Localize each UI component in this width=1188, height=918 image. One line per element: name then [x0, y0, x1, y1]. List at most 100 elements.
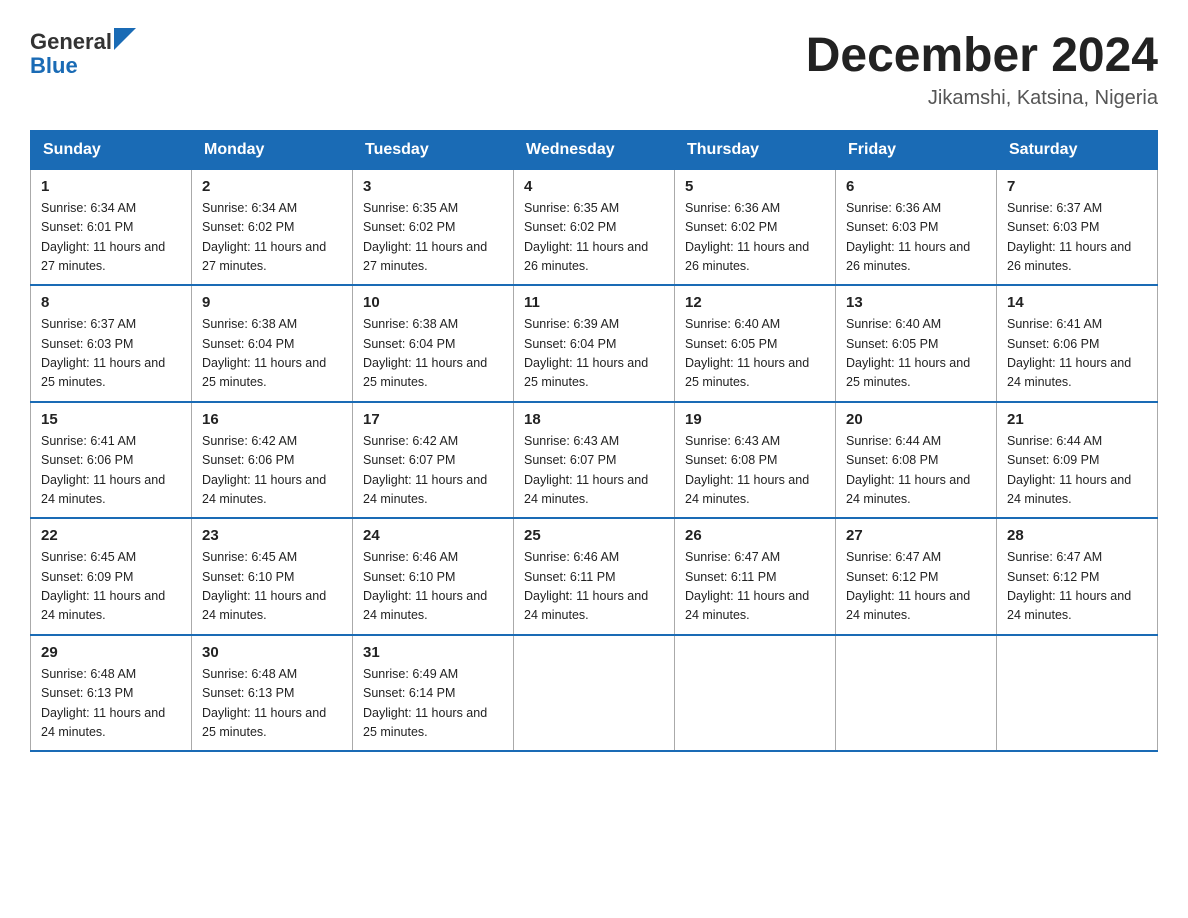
calendar-week-row: 1 Sunrise: 6:34 AM Sunset: 6:01 PM Dayli…	[31, 169, 1158, 285]
col-saturday: Saturday	[997, 130, 1158, 169]
day-number: 2	[202, 178, 342, 195]
calendar-cell: 23 Sunrise: 6:45 AM Sunset: 6:10 PM Dayl…	[192, 518, 353, 635]
calendar-header-row: Sunday Monday Tuesday Wednesday Thursday…	[31, 130, 1158, 169]
page-header: General Blue December 2024 Jikamshi, Kat…	[30, 30, 1158, 110]
calendar-cell: 31 Sunrise: 6:49 AM Sunset: 6:14 PM Dayl…	[353, 635, 514, 752]
day-number: 13	[846, 294, 986, 311]
calendar-cell: 9 Sunrise: 6:38 AM Sunset: 6:04 PM Dayli…	[192, 285, 353, 402]
calendar-week-row: 8 Sunrise: 6:37 AM Sunset: 6:03 PM Dayli…	[31, 285, 1158, 402]
calendar-cell: 2 Sunrise: 6:34 AM Sunset: 6:02 PM Dayli…	[192, 169, 353, 285]
day-info: Sunrise: 6:48 AM Sunset: 6:13 PM Dayligh…	[41, 665, 181, 743]
day-number: 27	[846, 527, 986, 544]
calendar-cell: 4 Sunrise: 6:35 AM Sunset: 6:02 PM Dayli…	[514, 169, 675, 285]
calendar-week-row: 29 Sunrise: 6:48 AM Sunset: 6:13 PM Dayl…	[31, 635, 1158, 752]
day-number: 1	[41, 178, 181, 195]
calendar-cell: 6 Sunrise: 6:36 AM Sunset: 6:03 PM Dayli…	[836, 169, 997, 285]
calendar-week-row: 22 Sunrise: 6:45 AM Sunset: 6:09 PM Dayl…	[31, 518, 1158, 635]
day-info: Sunrise: 6:46 AM Sunset: 6:11 PM Dayligh…	[524, 548, 664, 626]
logo-triangle-icon	[114, 28, 136, 50]
col-tuesday: Tuesday	[353, 130, 514, 169]
col-wednesday: Wednesday	[514, 130, 675, 169]
day-number: 20	[846, 411, 986, 428]
day-info: Sunrise: 6:35 AM Sunset: 6:02 PM Dayligh…	[363, 199, 503, 277]
logo-general-text: General	[30, 30, 112, 54]
day-info: Sunrise: 6:43 AM Sunset: 6:07 PM Dayligh…	[524, 432, 664, 510]
col-thursday: Thursday	[675, 130, 836, 169]
day-number: 17	[363, 411, 503, 428]
calendar-cell: 10 Sunrise: 6:38 AM Sunset: 6:04 PM Dayl…	[353, 285, 514, 402]
day-info: Sunrise: 6:39 AM Sunset: 6:04 PM Dayligh…	[524, 315, 664, 393]
day-number: 9	[202, 294, 342, 311]
calendar-cell: 7 Sunrise: 6:37 AM Sunset: 6:03 PM Dayli…	[997, 169, 1158, 285]
calendar-cell: 8 Sunrise: 6:37 AM Sunset: 6:03 PM Dayli…	[31, 285, 192, 402]
day-info: Sunrise: 6:37 AM Sunset: 6:03 PM Dayligh…	[1007, 199, 1147, 277]
day-info: Sunrise: 6:44 AM Sunset: 6:08 PM Dayligh…	[846, 432, 986, 510]
day-number: 31	[363, 644, 503, 661]
calendar-cell	[514, 635, 675, 752]
day-number: 10	[363, 294, 503, 311]
day-number: 21	[1007, 411, 1147, 428]
day-info: Sunrise: 6:41 AM Sunset: 6:06 PM Dayligh…	[1007, 315, 1147, 393]
day-info: Sunrise: 6:44 AM Sunset: 6:09 PM Dayligh…	[1007, 432, 1147, 510]
day-number: 14	[1007, 294, 1147, 311]
col-monday: Monday	[192, 130, 353, 169]
logo-blue-text: Blue	[30, 53, 78, 78]
day-info: Sunrise: 6:43 AM Sunset: 6:08 PM Dayligh…	[685, 432, 825, 510]
day-number: 25	[524, 527, 664, 544]
calendar-cell: 18 Sunrise: 6:43 AM Sunset: 6:07 PM Dayl…	[514, 402, 675, 519]
day-info: Sunrise: 6:38 AM Sunset: 6:04 PM Dayligh…	[363, 315, 503, 393]
calendar-cell: 27 Sunrise: 6:47 AM Sunset: 6:12 PM Dayl…	[836, 518, 997, 635]
calendar-cell: 13 Sunrise: 6:40 AM Sunset: 6:05 PM Dayl…	[836, 285, 997, 402]
day-info: Sunrise: 6:40 AM Sunset: 6:05 PM Dayligh…	[846, 315, 986, 393]
calendar-cell: 3 Sunrise: 6:35 AM Sunset: 6:02 PM Dayli…	[353, 169, 514, 285]
day-info: Sunrise: 6:45 AM Sunset: 6:10 PM Dayligh…	[202, 548, 342, 626]
day-info: Sunrise: 6:36 AM Sunset: 6:02 PM Dayligh…	[685, 199, 825, 277]
calendar-cell: 25 Sunrise: 6:46 AM Sunset: 6:11 PM Dayl…	[514, 518, 675, 635]
calendar-cell: 29 Sunrise: 6:48 AM Sunset: 6:13 PM Dayl…	[31, 635, 192, 752]
day-number: 16	[202, 411, 342, 428]
day-info: Sunrise: 6:42 AM Sunset: 6:06 PM Dayligh…	[202, 432, 342, 510]
day-number: 26	[685, 527, 825, 544]
calendar-cell: 12 Sunrise: 6:40 AM Sunset: 6:05 PM Dayl…	[675, 285, 836, 402]
calendar-cell: 20 Sunrise: 6:44 AM Sunset: 6:08 PM Dayl…	[836, 402, 997, 519]
day-number: 23	[202, 527, 342, 544]
calendar-cell: 21 Sunrise: 6:44 AM Sunset: 6:09 PM Dayl…	[997, 402, 1158, 519]
day-info: Sunrise: 6:41 AM Sunset: 6:06 PM Dayligh…	[41, 432, 181, 510]
month-title: December 2024	[806, 30, 1158, 83]
day-number: 30	[202, 644, 342, 661]
day-number: 18	[524, 411, 664, 428]
day-number: 19	[685, 411, 825, 428]
day-number: 3	[363, 178, 503, 195]
day-info: Sunrise: 6:35 AM Sunset: 6:02 PM Dayligh…	[524, 199, 664, 277]
calendar-cell: 5 Sunrise: 6:36 AM Sunset: 6:02 PM Dayli…	[675, 169, 836, 285]
day-info: Sunrise: 6:37 AM Sunset: 6:03 PM Dayligh…	[41, 315, 181, 393]
calendar-cell: 16 Sunrise: 6:42 AM Sunset: 6:06 PM Dayl…	[192, 402, 353, 519]
day-number: 4	[524, 178, 664, 195]
calendar-cell	[997, 635, 1158, 752]
day-info: Sunrise: 6:48 AM Sunset: 6:13 PM Dayligh…	[202, 665, 342, 743]
calendar-cell: 14 Sunrise: 6:41 AM Sunset: 6:06 PM Dayl…	[997, 285, 1158, 402]
calendar-cell: 1 Sunrise: 6:34 AM Sunset: 6:01 PM Dayli…	[31, 169, 192, 285]
day-info: Sunrise: 6:42 AM Sunset: 6:07 PM Dayligh…	[363, 432, 503, 510]
col-sunday: Sunday	[31, 130, 192, 169]
calendar-cell	[836, 635, 997, 752]
day-info: Sunrise: 6:46 AM Sunset: 6:10 PM Dayligh…	[363, 548, 503, 626]
calendar-cell: 19 Sunrise: 6:43 AM Sunset: 6:08 PM Dayl…	[675, 402, 836, 519]
title-section: December 2024 Jikamshi, Katsina, Nigeria	[806, 30, 1158, 110]
day-info: Sunrise: 6:40 AM Sunset: 6:05 PM Dayligh…	[685, 315, 825, 393]
day-number: 6	[846, 178, 986, 195]
day-info: Sunrise: 6:36 AM Sunset: 6:03 PM Dayligh…	[846, 199, 986, 277]
calendar-cell: 24 Sunrise: 6:46 AM Sunset: 6:10 PM Dayl…	[353, 518, 514, 635]
location-text: Jikamshi, Katsina, Nigeria	[806, 87, 1158, 110]
calendar-table: Sunday Monday Tuesday Wednesday Thursday…	[30, 130, 1158, 753]
day-info: Sunrise: 6:49 AM Sunset: 6:14 PM Dayligh…	[363, 665, 503, 743]
day-number: 24	[363, 527, 503, 544]
day-info: Sunrise: 6:34 AM Sunset: 6:02 PM Dayligh…	[202, 199, 342, 277]
day-info: Sunrise: 6:45 AM Sunset: 6:09 PM Dayligh…	[41, 548, 181, 626]
day-info: Sunrise: 6:47 AM Sunset: 6:12 PM Dayligh…	[1007, 548, 1147, 626]
calendar-cell: 15 Sunrise: 6:41 AM Sunset: 6:06 PM Dayl…	[31, 402, 192, 519]
day-info: Sunrise: 6:47 AM Sunset: 6:12 PM Dayligh…	[846, 548, 986, 626]
day-number: 12	[685, 294, 825, 311]
calendar-cell: 26 Sunrise: 6:47 AM Sunset: 6:11 PM Dayl…	[675, 518, 836, 635]
calendar-cell: 30 Sunrise: 6:48 AM Sunset: 6:13 PM Dayl…	[192, 635, 353, 752]
